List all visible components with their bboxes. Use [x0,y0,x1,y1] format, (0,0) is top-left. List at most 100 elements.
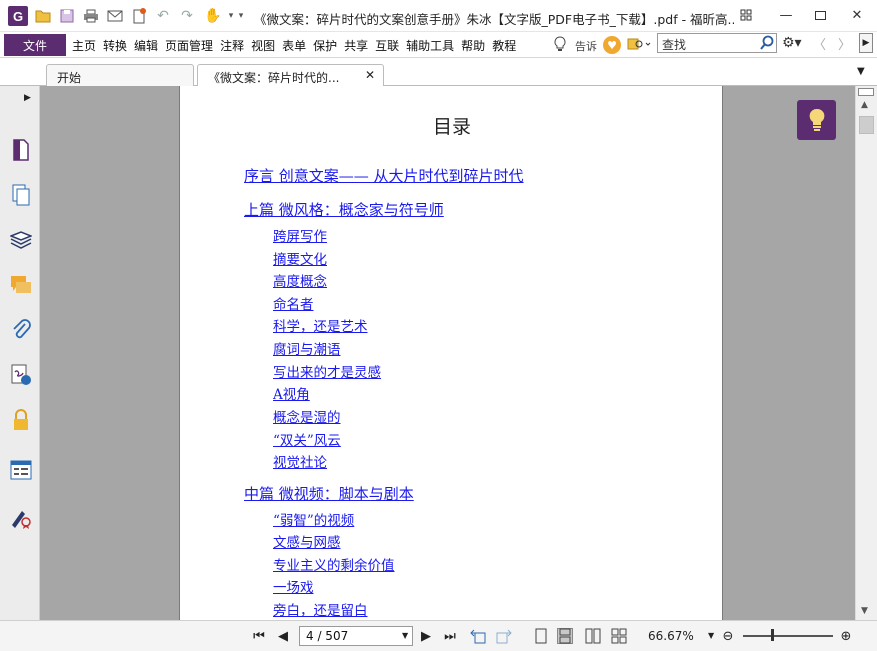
pages-icon[interactable] [10,184,32,206]
menu-item-comment[interactable]: 注释 [220,37,244,54]
toc-link-chapter[interactable]: A视角 [273,383,310,403]
menu-item-form[interactable]: 表单 [282,37,306,54]
page-dropdown-icon[interactable]: ▼ [402,631,408,640]
zoom-level[interactable]: 66.67% [648,629,694,643]
scroll-down-icon[interactable]: ▼ [861,606,868,616]
toc-link-chapter[interactable]: 一场戏 [273,576,314,596]
toc-link-chapter[interactable]: 专业主义的剩余价值 [273,554,395,574]
vertical-scrollbar[interactable]: ▲ ▼ [855,86,877,620]
toc-link-part1[interactable]: 上篇 微风格：概念家与符号师 [244,199,444,220]
toc-link-chapter[interactable]: 文感与网感 [273,531,341,551]
print-icon[interactable] [82,7,100,25]
document-tab-bar: 开始 《微文案：碎片时代的... ✕ ▼ [0,58,877,87]
tab-document[interactable]: 《微文案：碎片时代的... ✕ [197,64,384,87]
single-page-view-icon[interactable] [533,628,549,644]
toc-link-chapter[interactable]: 旁白，还是留白 [273,599,368,619]
nav-left-icon[interactable]: 〈 [813,34,827,53]
new-document-icon[interactable] [130,7,148,25]
zoom-dropdown-icon[interactable]: ▼ [708,631,714,640]
zoom-in-icon[interactable]: ⊕ [838,628,854,644]
zoom-slider-track[interactable] [743,635,833,637]
facing-view-icon[interactable] [585,628,601,644]
attachments-icon[interactable] [10,319,32,341]
form-fields-icon[interactable] [10,459,32,481]
close-button[interactable]: ✕ [843,4,871,26]
minimize-button[interactable]: — [772,4,800,26]
ribbon-display-icon[interactable] [732,4,760,26]
signature-icon[interactable] [10,364,32,386]
menu-item-convert[interactable]: 转换 [103,37,127,54]
menu-item-view[interactable]: 视图 [251,37,275,54]
tab-list-dropdown-icon[interactable]: ▼ [857,66,865,77]
maximize-button[interactable] [806,4,834,26]
toc-link-chapter[interactable]: “双关”风云 [273,429,341,449]
email-icon[interactable] [106,7,124,25]
ribbon-expand-icon[interactable]: ▶ [859,33,873,53]
menu-item-connect[interactable]: 互联 [375,37,399,54]
toc-link-chapter[interactable]: “弱智”的视频 [273,509,354,529]
continuous-view-icon[interactable] [557,628,573,644]
redo-icon[interactable]: ↷ [178,7,196,25]
nav-right-icon[interactable]: 〉 [838,34,852,53]
previous-page-icon[interactable]: ◀ [275,628,291,644]
toc-link-chapter[interactable]: 写出来的才是灵感 [273,361,381,381]
save-icon[interactable] [58,7,76,25]
quick-access-dropdown-icon[interactable]: ▾ [232,7,250,25]
tips-lightbulb-button[interactable] [797,100,836,140]
scroll-up-icon[interactable]: ▲ [861,100,868,110]
zoom-out-icon[interactable]: ⊖ [720,628,736,644]
comments-icon[interactable] [10,274,32,296]
page-number-field[interactable]: 4 / 507 [299,626,413,646]
lightbulb-icon [809,108,824,131]
settings-gear-icon[interactable]: ⚙▾ [782,35,808,51]
menu-item-help[interactable]: 帮助 [461,37,485,54]
layers-icon[interactable] [10,229,32,251]
tab-close-icon[interactable]: ✕ [365,68,375,82]
page-thumbnails-icon[interactable] [10,139,32,161]
previous-view-icon[interactable] [470,628,486,644]
toc-link-chapter[interactable]: 高度概念 [273,270,327,290]
toc-link-chapter[interactable]: 视觉社论 [273,451,327,471]
toc-link-chapter[interactable]: 科学，还是艺术 [273,315,368,335]
status-bar: ⏮ ◀ 4 / 507 ▼ ▶ ⏭ 66.67% ▼ ⊖ ⊕ [0,620,877,651]
tab-start[interactable]: 开始 [46,64,194,86]
last-page-icon[interactable]: ⏭ [442,628,458,644]
menu-item-share[interactable]: 共享 [344,37,368,54]
certificate-icon[interactable] [10,507,32,529]
title-bar: G ↶ ↷ ✋ ▾ ▾ 《微文案：碎片时代的文案创意手册》朱冰【文字版_PDF电… [0,0,877,32]
menu-item-edit[interactable]: 编辑 [134,37,158,54]
feedback-heart-icon[interactable]: ♥ [603,36,621,54]
file-menu-button[interactable]: 文件 [4,34,66,56]
split-view-handle[interactable] [858,88,874,96]
continuous-facing-view-icon[interactable] [611,628,627,644]
toc-link-part2[interactable]: 中篇 微视频：脚本与剧本 [244,483,414,504]
toc-link-chapter[interactable]: 腐词与潮语 [273,338,341,358]
window-title: 《微文案：碎片时代的文案创意手册》朱冰【文字版_PDF电子书_下载】.pdf -… [254,12,734,27]
tab-start-label: 开始 [57,71,82,85]
toc-link-preface[interactable]: 序言 创意文案—— 从大片时代到碎片时代 [244,165,524,186]
menu-item-accessibility[interactable]: 辅助工具 [406,37,454,54]
hand-tool-icon[interactable]: ✋ [204,7,222,25]
toc-link-chapter[interactable]: 命名者 [273,293,314,313]
menu-item-home[interactable]: 主页 [72,37,96,54]
pdf-page: 目录 序言 创意文案—— 从大片时代到碎片时代 上篇 微风格：概念家与符号师 跨… [179,86,723,620]
expand-panel-icon[interactable]: ▶ [24,93,31,103]
zoom-slider-thumb[interactable] [771,629,774,641]
next-view-icon[interactable] [496,628,512,644]
menu-item-page-manage[interactable]: 页面管理 [165,37,213,54]
menu-item-tutorial[interactable]: 教程 [492,37,516,54]
first-page-icon[interactable]: ⏮ [251,628,267,644]
menu-item-protect[interactable]: 保护 [313,37,337,54]
toc-link-chapter[interactable]: 跨屏写作 [273,225,327,245]
find-options-icon[interactable] [627,36,653,54]
scrollbar-thumb[interactable] [859,116,874,134]
open-folder-icon[interactable] [34,7,52,25]
tell-me-label[interactable]: 告诉 [575,38,597,54]
next-page-icon[interactable]: ▶ [418,628,434,644]
lightbulb-icon[interactable] [553,36,569,54]
toc-link-chapter[interactable]: 概念是湿的 [273,406,341,426]
undo-icon[interactable]: ↶ [154,7,172,25]
search-icon[interactable] [759,35,775,51]
toc-link-chapter[interactable]: 摘要文化 [273,248,327,268]
security-lock-icon[interactable] [10,409,32,431]
